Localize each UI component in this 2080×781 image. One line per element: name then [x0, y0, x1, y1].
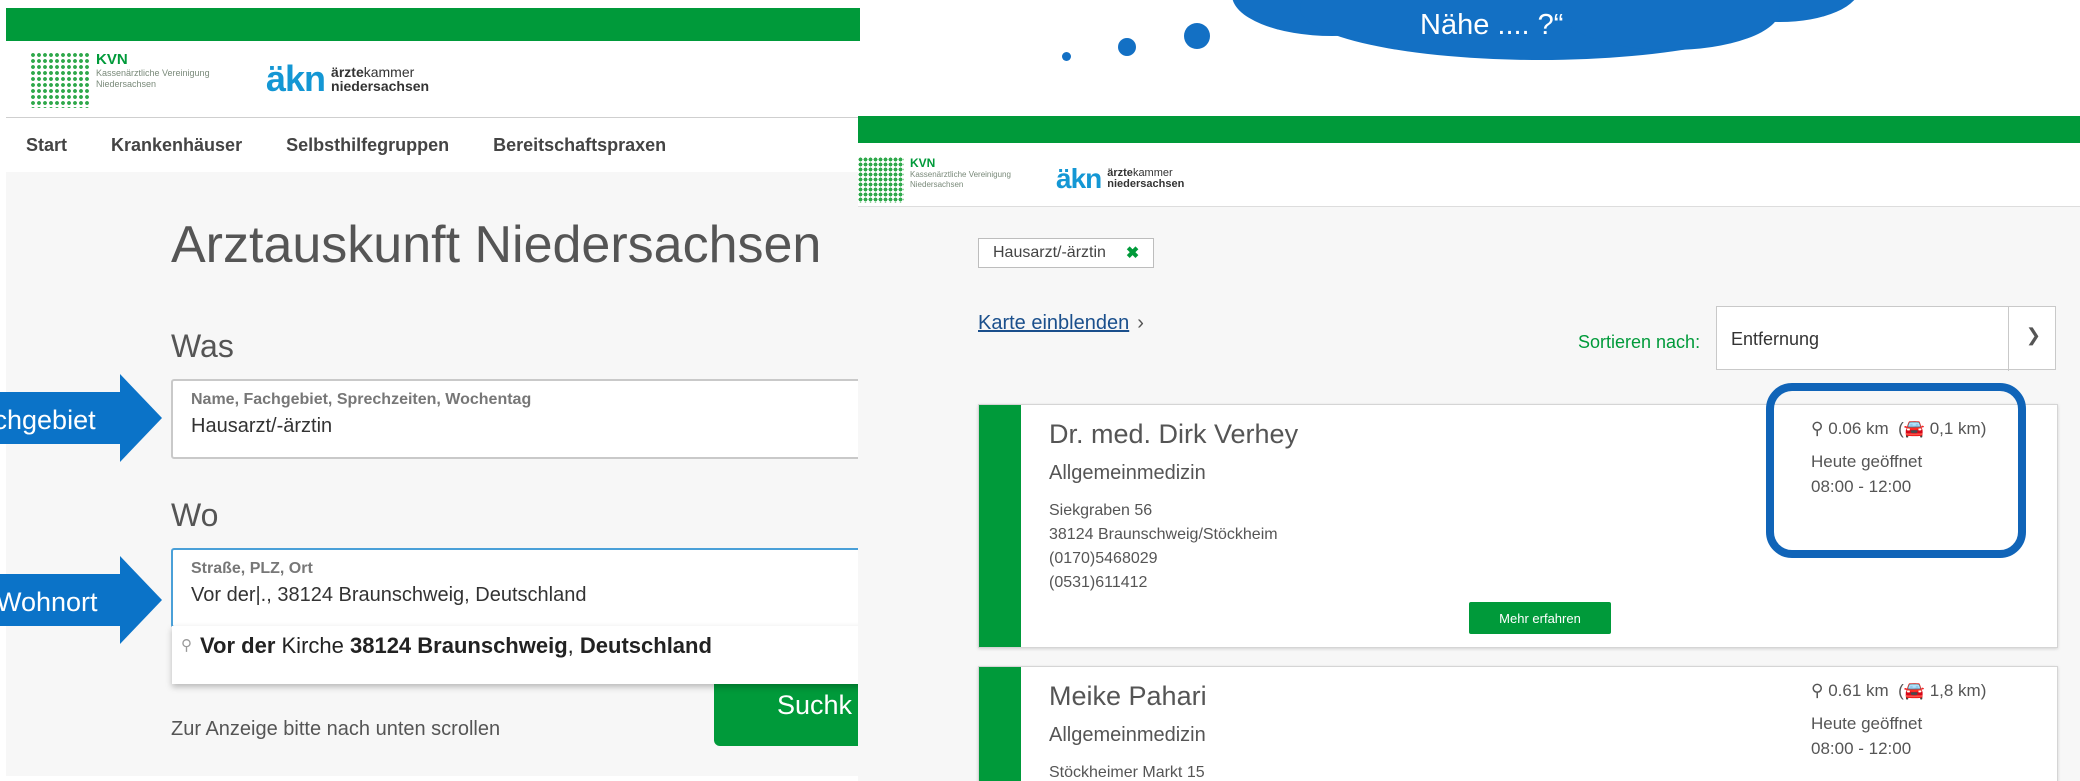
map-marker-icon: ⚲ — [1811, 681, 1824, 700]
fachgebiet-callout-label: Fachgebiet — [0, 405, 96, 435]
nav-item-krankenhaeuser[interactable]: Krankenhäuser — [111, 135, 242, 156]
doctor-specialty: Allgemeinmedizin — [1049, 462, 1206, 484]
aekn-logo-mark-small: äkn — [1056, 163, 1102, 194]
page-title: Arztauskunft Niedersachsen — [171, 216, 822, 274]
suggestion-text: Vor der Kirche 38124 Braunschweig, Deuts… — [200, 633, 712, 658]
kvn-logo-subtitle: Kassenärztliche Vereinigung Niedersachse… — [96, 68, 210, 89]
was-input-value: Hausarzt/-ärztin — [191, 415, 333, 437]
doctor-address: Stöckheimer Markt 15 — [1049, 764, 1205, 781]
aekn-logo-small[interactable]: äkn ärztekammer niedersachsen — [1056, 163, 1184, 195]
wo-input-value: Vor der|., 38124 Braunschweig, Deutschla… — [191, 584, 587, 606]
was-input[interactable]: Name, Fachgebiet, Sprechzeiten, Wochenta… — [171, 379, 860, 459]
kvn-map-icon — [30, 52, 90, 108]
scroll-hint: Zur Anzeige bitte nach unten scrollen — [171, 718, 501, 740]
nav-item-start[interactable]: Start — [26, 135, 67, 156]
wo-heading: Wo — [171, 497, 219, 533]
card-accent — [979, 667, 1021, 781]
address-suggestion[interactable]: ⚲ Vor der Kirche 38124 Braunschweig, Deu… — [172, 626, 860, 684]
doctor-name[interactable]: Dr. med. Dirk Verhey — [1049, 419, 1298, 450]
wo-input[interactable]: Straße, PLZ, Ort Vor der|., 38124 Brauns… — [171, 548, 860, 628]
kvn-logo-small[interactable]: KVN Kassenärztliche Vereinigung Niedersa… — [858, 157, 1015, 203]
thought-dot-small — [1062, 52, 1071, 61]
kvn-logo[interactable]: KVN Kassenärztliche Vereinigung Niedersa… — [30, 52, 226, 108]
card-accent — [979, 405, 1021, 647]
results-header: KVN Kassenärztliche Vereinigung Niedersa… — [858, 143, 2080, 207]
aekn-logo[interactable]: äkn ärztekammer niedersachsen — [266, 58, 429, 100]
thought-dot-large — [1184, 23, 1210, 49]
was-heading: Was — [171, 328, 234, 364]
nav-item-selbsthilfegruppen[interactable]: Selbsthilfegruppen — [286, 135, 449, 156]
thought-dot-medium — [1118, 38, 1136, 56]
search-button[interactable]: Suchk — [714, 674, 860, 746]
phone-2[interactable]: (0531)611412 — [1049, 571, 1278, 595]
sort-select-value: Entfernung — [1731, 329, 1820, 349]
thought-text: Nähe .... ?“ — [1420, 9, 1564, 41]
sort-label: Sortieren nach: — [1578, 332, 1701, 352]
remove-filter-icon[interactable]: ✖ — [1126, 243, 1139, 263]
aekn-logo-mark: äkn — [266, 58, 326, 99]
results-green-bar — [858, 116, 2080, 143]
kvn-logo-title: KVN — [96, 51, 128, 68]
wohnort-callout-label: Wohnort — [0, 587, 98, 617]
distance-highlight-frame — [1766, 383, 2026, 558]
show-map-link[interactable]: Karte einblenden › — [978, 312, 1144, 335]
chevron-right-icon: › — [1137, 312, 1144, 334]
distance-info: ⚲ 0.61 km (🚘 1,8 km) — [1811, 681, 1987, 700]
more-info-button[interactable]: Mehr erfahren — [1469, 602, 1611, 634]
car-icon: 🚘 — [1903, 681, 1925, 700]
kvn-map-icon-small — [858, 157, 904, 203]
opening-info: Heute geöffnet 08:00 - 12:00 — [1811, 714, 1923, 758]
sort-select[interactable]: Entfernung ❯ — [1716, 306, 2056, 371]
composite-screenshot: KVN Kassenärztliche Vereinigung Niedersa… — [0, 0, 2080, 781]
wo-input-label: Straße, PLZ, Ort — [191, 560, 313, 577]
search-button-label: Suchk — [777, 690, 853, 720]
top-green-bar — [6, 8, 860, 41]
result-card[interactable]: Meike Pahari Allgemeinmedizin Stöckheime… — [978, 666, 2058, 781]
doctor-address: Siekgraben 56 38124 Braunschweig/Stöckhe… — [1049, 499, 1278, 595]
search-page: KVN Kassenärztliche Vereinigung Niedersa… — [0, 0, 860, 781]
chevron-down-icon: ❯ — [2025, 325, 2041, 345]
doctor-name[interactable]: Meike Pahari — [1049, 681, 1207, 712]
filter-chip: Hausarzt/-ärztin ✖ — [978, 238, 1155, 268]
phone-1[interactable]: (0170)5468029 — [1049, 547, 1278, 571]
was-input-label: Name, Fachgebiet, Sprechzeiten, Wochenta… — [191, 391, 532, 408]
main-nav: Start Krankenhäuser Selbsthilfegruppen B… — [6, 117, 860, 173]
map-pin-icon: ⚲ — [181, 637, 192, 654]
doctor-specialty: Allgemeinmedizin — [1049, 724, 1206, 746]
nav-item-bereitschaftspraxen[interactable]: Bereitschaftspraxen — [493, 135, 666, 156]
filter-chip-label: Hausarzt/-ärztin — [993, 244, 1106, 261]
